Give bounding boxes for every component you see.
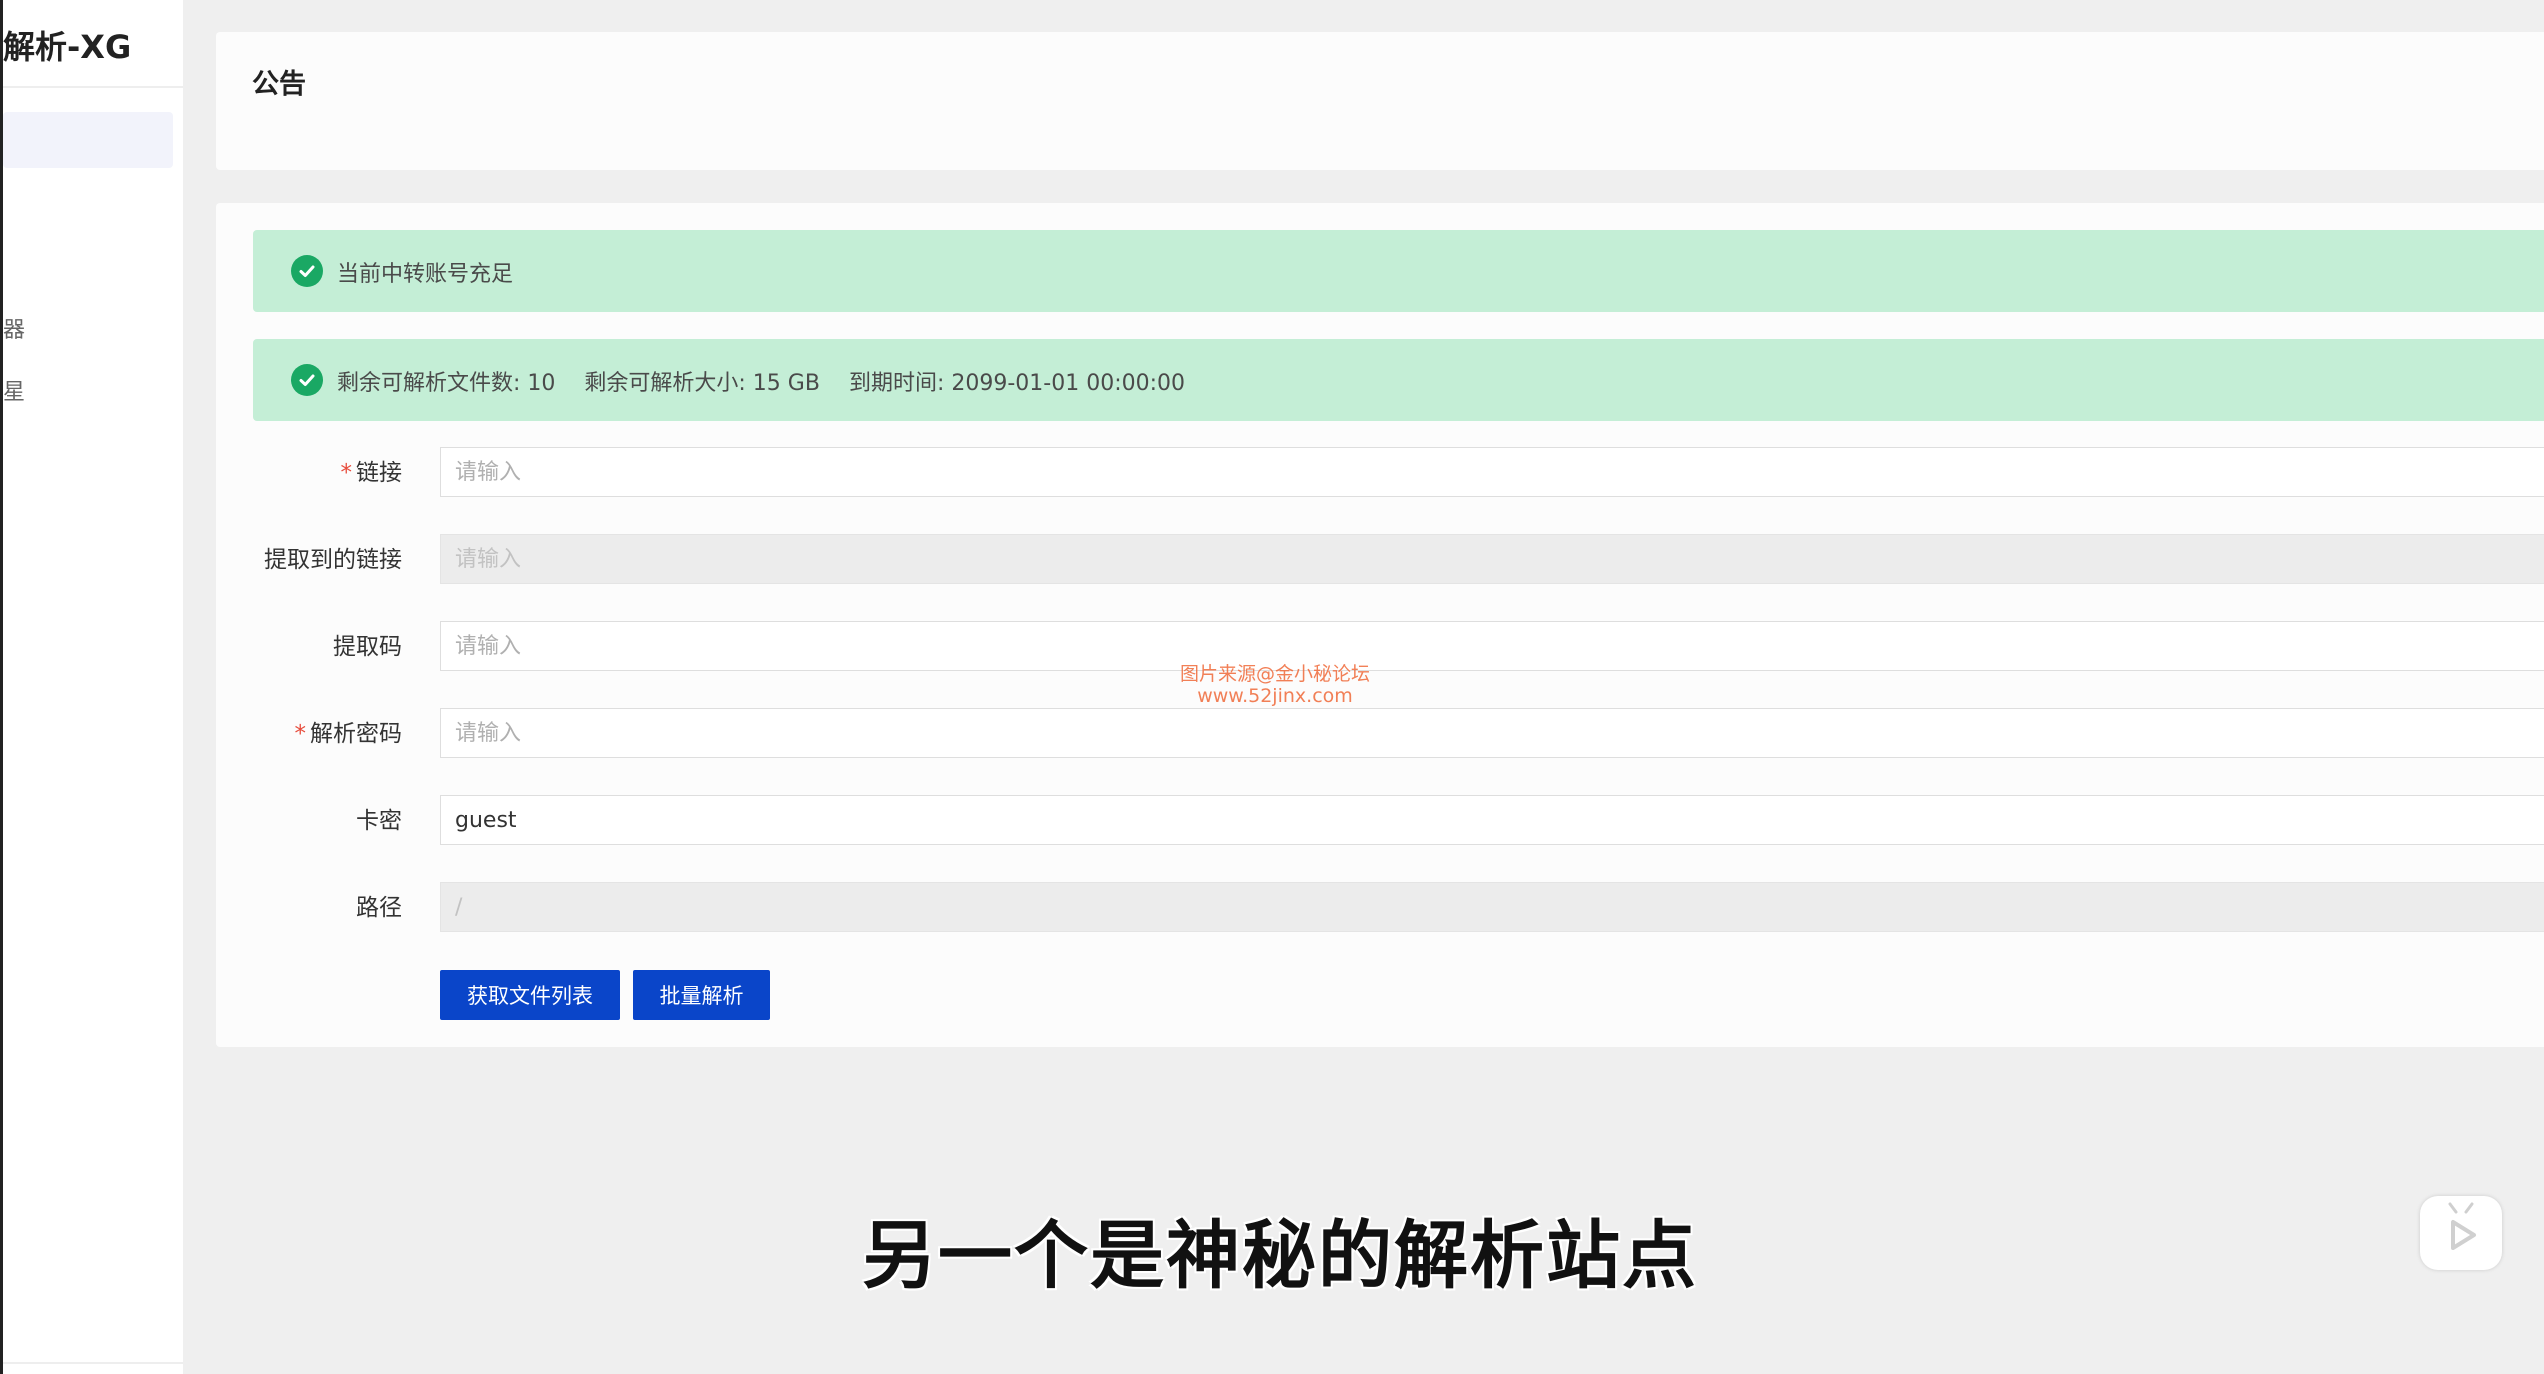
- extracted-link-input: [440, 534, 2544, 584]
- size-left: 剩余可解析大小: 15 GB: [584, 371, 820, 396]
- link-input[interactable]: [440, 447, 2544, 497]
- video-subtitle: 另一个是神秘的解析站点: [862, 1213, 1698, 1299]
- get-file-list-button[interactable]: 获取文件列表: [440, 970, 620, 1020]
- parse-password-label: * 解析密码: [294, 721, 403, 747]
- form-card: 当前中转账号充足 剩余可解析文件数: 10 剩余可解析大小: 15 GB 到期时…: [216, 203, 2544, 1047]
- watermark: 图片来源@金小秘论坛 www.52jinx.com: [1180, 663, 1371, 707]
- card-key-row: 卡密: [216, 795, 2544, 847]
- parse-password-row: * 解析密码: [216, 708, 2544, 760]
- path-row: 路径: [216, 882, 2544, 934]
- path-input: [440, 882, 2544, 932]
- extract-code-label: 提取码: [333, 634, 402, 660]
- expiry-time: 到期时间: 2099-01-01 00:00:00: [848, 371, 1186, 396]
- quota-text: 剩余可解析文件数: 10 剩余可解析大小: 15 GB 到期时间: 2099-0…: [337, 365, 1207, 397]
- notice-title: 公告: [252, 69, 306, 100]
- check-circle-icon: [291, 364, 323, 396]
- extracted-link-label: 提取到的链接: [264, 547, 402, 573]
- quota-alert: 剩余可解析文件数: 10 剩余可解析大小: 15 GB 到期时间: 2099-0…: [253, 339, 2544, 421]
- card-key-label: 卡密: [356, 808, 402, 834]
- sidebar-item-2[interactable]: 星: [3, 374, 63, 406]
- notice-card: 公告: [216, 32, 2544, 170]
- parse-password-input[interactable]: [440, 708, 2544, 758]
- check-circle-icon: [291, 255, 323, 287]
- batch-parse-button[interactable]: 批量解析: [633, 970, 770, 1020]
- sidebar-item-active[interactable]: [3, 112, 173, 168]
- alert-text: 当前中转账号充足: [337, 262, 514, 287]
- brand-title: 解析-XG: [3, 28, 132, 66]
- play-icon[interactable]: [2420, 1196, 2502, 1270]
- link-row: * 链接: [216, 447, 2544, 499]
- path-label: 路径: [356, 895, 402, 921]
- extract-code-input[interactable]: [440, 621, 2544, 671]
- sidebar: 解析-XG 器 星: [0, 0, 183, 1374]
- extracted-link-row: 提取到的链接: [216, 534, 2544, 586]
- brand-divider: [3, 86, 183, 88]
- files-left: 剩余可解析文件数: 10: [337, 371, 556, 396]
- sidebar-divider: [3, 1362, 183, 1364]
- link-label: * 链接: [340, 460, 403, 486]
- extract-code-row: 提取码: [216, 621, 2544, 673]
- card-key-input[interactable]: [440, 795, 2544, 845]
- relay-account-alert: 当前中转账号充足: [253, 230, 2544, 312]
- sidebar-item-1[interactable]: 器: [3, 312, 63, 344]
